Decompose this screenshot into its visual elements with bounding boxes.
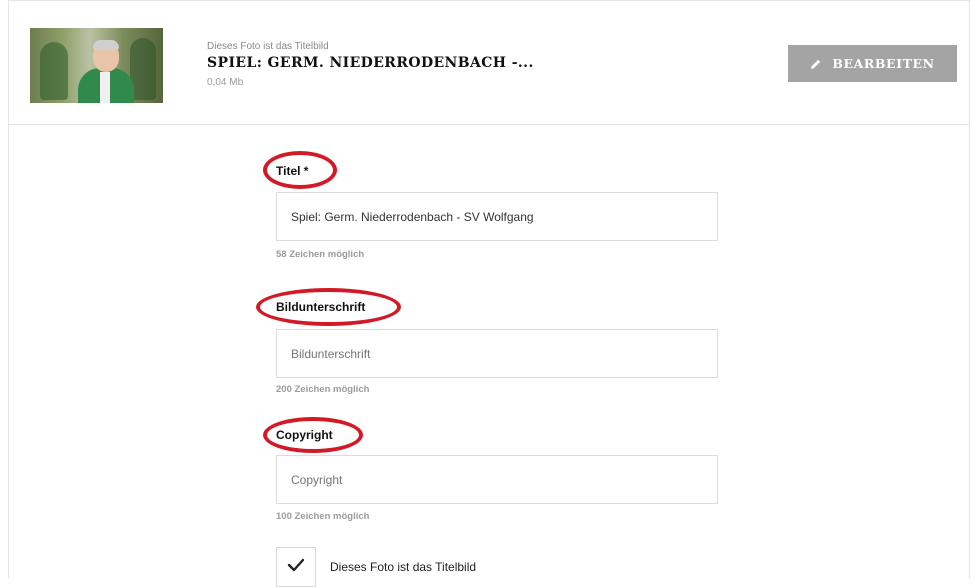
photo-edit-card: Dieses Foto ist das Titelbild SPIEL: GER…: [8, 0, 970, 587]
edit-button-label: BEARBEITEN: [832, 56, 935, 71]
photo-thumbnail[interactable]: [30, 28, 163, 103]
cover-photo-option: Dieses Foto ist das Titelbild: [276, 547, 476, 587]
file-size: 0,04 Mb: [207, 77, 244, 88]
checkmark-icon: [287, 558, 305, 577]
cover-photo-checkbox[interactable]: [276, 547, 316, 587]
edit-button[interactable]: BEARBEITEN: [788, 45, 957, 82]
caption-input[interactable]: [276, 329, 718, 378]
photo-header: Dieses Foto ist das Titelbild SPIEL: GER…: [9, 1, 969, 125]
thumbnail-background-figure: [40, 42, 68, 100]
copyright-char-hint: 100 Zeichen möglich: [276, 511, 370, 522]
copyright-field-label: Copyright: [276, 428, 333, 442]
title-char-hint: 58 Zeichen möglich: [276, 249, 365, 260]
title-field-label: Titel *: [276, 164, 309, 178]
photo-title: SPIEL: GERM. NIEDERRODENBACH -...: [207, 55, 534, 71]
thumbnail-person-stripe: [100, 72, 110, 103]
caption-char-hint: 200 Zeichen möglich: [276, 384, 370, 395]
copyright-input[interactable]: [276, 455, 718, 504]
cover-photo-checkbox-label: Dieses Foto ist das Titelbild: [330, 560, 477, 574]
photo-meta: Dieses Foto ist das Titelbild SPIEL: GER…: [207, 41, 534, 90]
thumbnail-person-hair: [93, 40, 119, 50]
caption-field-label: Bildunterschrift: [276, 300, 366, 314]
cover-photo-note: Dieses Foto ist das Titelbild: [207, 41, 329, 52]
pencil-icon: [810, 58, 822, 70]
title-input[interactable]: [276, 192, 718, 241]
